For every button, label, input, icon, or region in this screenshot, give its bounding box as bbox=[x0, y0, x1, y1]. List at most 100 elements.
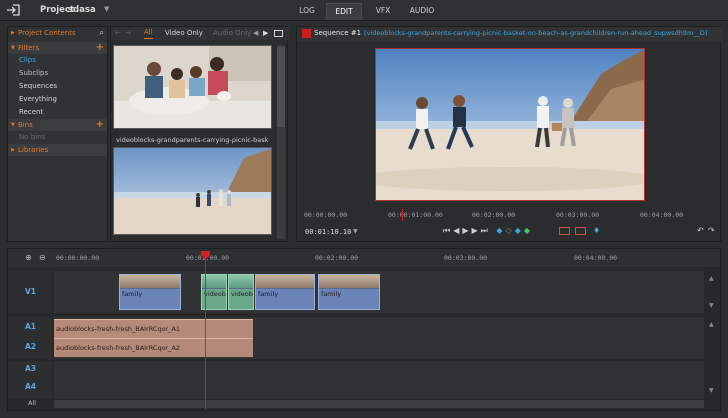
search-icon[interactable]: ⌕ bbox=[100, 27, 104, 39]
track-label-v1: V1 bbox=[25, 287, 37, 296]
filter-all-tab[interactable]: All bbox=[144, 27, 153, 39]
microphone-icon[interactable]: ♦ bbox=[593, 226, 600, 236]
audio-clip-a2[interactable]: audioblocks-fresh-fresh_BAIrRCqor_A2 bbox=[54, 338, 253, 357]
clip-thumbnail-family[interactable] bbox=[113, 45, 272, 129]
scroll-up-icon[interactable]: ▲ bbox=[709, 275, 714, 282]
video-clip[interactable]: family bbox=[119, 274, 181, 310]
mark-clear-icon[interactable]: ◇ bbox=[506, 226, 515, 235]
insert-icon[interactable] bbox=[559, 227, 570, 235]
forward-icon[interactable]: → bbox=[125, 27, 131, 40]
clip-label: family bbox=[321, 290, 342, 298]
timecode-dropdown-icon[interactable]: ▼ bbox=[353, 228, 358, 235]
record-indicator-icon bbox=[302, 29, 311, 38]
mark-out-icon[interactable]: ◆ bbox=[515, 226, 524, 235]
zoom-in-icon[interactable]: ⊕ bbox=[25, 253, 32, 262]
filters-header[interactable]: ▼ Filters + bbox=[8, 42, 107, 54]
video-clip[interactable]: family bbox=[318, 274, 380, 310]
track-header-v1[interactable]: V1 bbox=[8, 271, 52, 313]
viewer-panel: Sequence #1 [videoblocks-grandparents-ca… bbox=[296, 26, 722, 242]
filter-item-recent[interactable]: Recent bbox=[8, 106, 107, 119]
track-label-a2: A2 bbox=[25, 342, 37, 351]
video-clip[interactable]: videobl bbox=[228, 274, 254, 310]
ruler-tick-4: 00:04:00.00 bbox=[640, 211, 684, 219]
clip-thumbnail bbox=[229, 275, 253, 289]
track-lane-a3-a4[interactable] bbox=[54, 361, 704, 399]
timeline-tick-0: 00:00:00.00 bbox=[56, 254, 100, 262]
track-header-a3-a4[interactable]: A3 A4 bbox=[8, 361, 52, 399]
project-contents-title: Project Contents bbox=[18, 29, 76, 37]
viewer-playhead[interactable] bbox=[402, 209, 403, 221]
add-marker-icon[interactable]: ◆ bbox=[524, 226, 533, 235]
exit-icon[interactable] bbox=[6, 4, 20, 16]
collapse-icon: ▶ bbox=[11, 30, 15, 36]
clip-label: audioblocks-fresh-fresh_BAIrRCqor_A2 bbox=[56, 344, 181, 352]
filter-item-everything[interactable]: Everything bbox=[8, 93, 107, 106]
video-clip[interactable]: family bbox=[255, 274, 315, 310]
mark-in-icon[interactable]: ◆ bbox=[496, 226, 505, 235]
clip-thumbnail bbox=[120, 275, 180, 289]
clip-browser: ← → All Video Only Audio Only ◀ ▶ videob… bbox=[110, 26, 289, 242]
scroll-left-icon[interactable]: ◀ bbox=[253, 27, 258, 40]
ruler-tick-2: 00:02:00.00 bbox=[472, 211, 516, 219]
overwrite-icon[interactable] bbox=[575, 227, 586, 235]
libraries-title: Libraries bbox=[18, 146, 49, 154]
chevron-down-icon[interactable]: ▼ bbox=[104, 5, 109, 13]
project-name[interactable]: sdasa bbox=[68, 5, 96, 15]
add-filter-icon[interactable]: + bbox=[96, 42, 104, 54]
filter-item-clips[interactable]: Clips bbox=[8, 54, 107, 67]
undo-icon[interactable]: ↶ bbox=[697, 226, 704, 236]
project-panel: ▶ Project Contents ⌕ ▼ Filters + Clips S… bbox=[7, 26, 108, 242]
play-icon[interactable]: ▶ bbox=[462, 226, 471, 235]
all-tracks-label[interactable]: All bbox=[28, 399, 36, 407]
top-bar: Project sdasa ▼ LOG EDIT VFX AUDIO bbox=[0, 0, 728, 21]
clip-title[interactable]: [videoblocks-grandparents-carrying-picni… bbox=[364, 29, 718, 37]
filter-item-subclips[interactable]: Subclips bbox=[8, 67, 107, 80]
timeline-tick-3: 00:03:00.00 bbox=[444, 254, 488, 262]
timeline-playhead[interactable] bbox=[205, 259, 206, 409]
tab-log[interactable]: LOG bbox=[290, 3, 324, 20]
video-preview[interactable] bbox=[375, 48, 645, 201]
add-bin-icon[interactable]: + bbox=[96, 119, 104, 131]
viewer-ruler[interactable]: 00:00:00.00 00:00:01:00.00 00:02:00.00 0… bbox=[302, 209, 717, 221]
timeline-panel: ⊕ ⊖ 00:00:00.00 00:01:00.00 00:02:00.00 … bbox=[7, 248, 721, 411]
step-forward-icon[interactable]: ▶ bbox=[472, 226, 481, 235]
audio-clip-a1[interactable]: audioblocks-fresh-fresh_BAIrRCqor_A1 bbox=[54, 319, 253, 338]
track-header-a1-a2[interactable]: A1 A2 bbox=[8, 317, 52, 359]
filter-audio-tab[interactable]: Audio Only bbox=[213, 27, 251, 40]
filter-item-sequences[interactable]: Sequences bbox=[8, 80, 107, 93]
redo-icon[interactable]: ↷ bbox=[708, 226, 715, 236]
project-contents-header[interactable]: ▶ Project Contents ⌕ bbox=[8, 27, 107, 39]
step-back-icon[interactable]: ◀ bbox=[453, 226, 462, 235]
go-to-start-icon[interactable]: ⏮ bbox=[443, 226, 453, 235]
filter-video-tab[interactable]: Video Only bbox=[165, 27, 203, 40]
zoom-out-icon[interactable]: ⊖ bbox=[39, 253, 46, 262]
clip-label: videobl bbox=[231, 290, 254, 298]
collapse-icon: ▶ bbox=[11, 147, 15, 153]
bins-header[interactable]: ▼ Bins + bbox=[8, 119, 107, 131]
viewer-header: Sequence #1 [videoblocks-grandparents-ca… bbox=[297, 27, 722, 41]
timeline-tick-2: 00:02:00.00 bbox=[315, 254, 359, 262]
timeline-scrollbar[interactable] bbox=[54, 400, 704, 408]
scroll-up-icon[interactable]: ▲ bbox=[709, 321, 714, 328]
ruler-tick-1: 00:00:01:00.00 bbox=[388, 211, 443, 219]
tab-edit[interactable]: EDIT bbox=[326, 3, 362, 20]
clip-label: family bbox=[258, 290, 279, 298]
scroll-down-icon[interactable]: ▼ bbox=[709, 302, 714, 309]
tab-vfx[interactable]: VFX bbox=[366, 3, 400, 20]
go-to-end-icon[interactable]: ⏭ bbox=[481, 226, 491, 235]
clip-thumbnail-beach[interactable] bbox=[113, 147, 272, 235]
scroll-right-icon[interactable]: ▶ bbox=[263, 27, 268, 40]
ruler-tick-0: 00:00:00.00 bbox=[304, 211, 348, 219]
timeline-tick-4: 00:04:00.00 bbox=[574, 254, 618, 262]
track-label-a3: A3 bbox=[25, 364, 37, 373]
current-timecode[interactable]: 00:01:10.10 bbox=[305, 228, 351, 236]
tab-audio[interactable]: AUDIO bbox=[404, 3, 440, 20]
scroll-down-icon[interactable]: ▼ bbox=[709, 387, 714, 394]
browser-scrollbar[interactable] bbox=[277, 45, 285, 239]
grid-view-icon[interactable] bbox=[274, 30, 283, 37]
timeline-ruler[interactable]: ⊕ ⊖ 00:00:00.00 00:01:00.00 00:02:00.00 … bbox=[8, 249, 720, 267]
libraries-header[interactable]: ▶ Libraries bbox=[8, 144, 107, 156]
back-icon[interactable]: ← bbox=[115, 27, 121, 40]
clip-label: family bbox=[122, 290, 143, 298]
expand-icon: ▼ bbox=[11, 122, 15, 128]
